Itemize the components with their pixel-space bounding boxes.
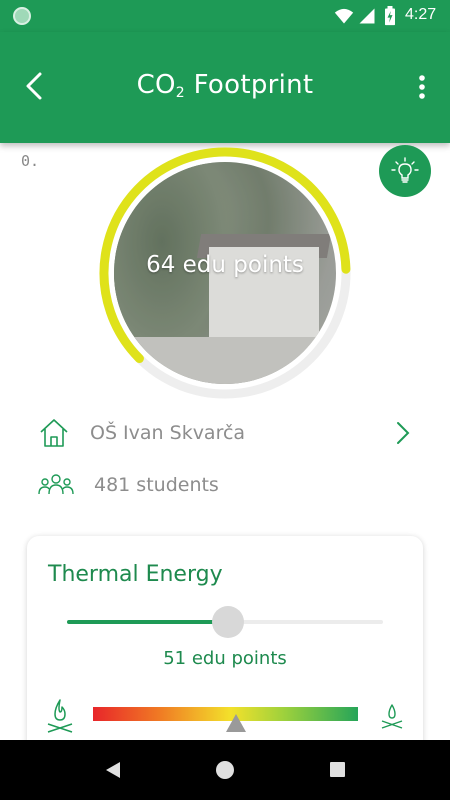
scale-marker [226,714,247,732]
gauge-points-text: 64 edu points [146,252,304,278]
signal-icon [359,8,375,24]
house-icon [40,419,68,447]
campfire-icon [47,699,73,733]
thermal-slider[interactable] [67,606,383,638]
slider-fill [67,620,229,624]
wifi-icon [334,8,354,24]
slider-thumb[interactable] [212,606,245,638]
nav-back-icon[interactable] [104,760,122,780]
more-vert-icon[interactable] [412,72,432,102]
group-icon [38,474,74,495]
school-row[interactable]: OŠ Ivan Skvarča [38,414,418,454]
nav-recent-icon[interactable] [330,762,345,777]
page-title: CO2 Footprint [136,70,314,101]
status-time: 4:27 [405,6,437,23]
thermal-energy-card: Thermal Energy 51 edu points [27,536,423,766]
school-name: OŠ Ivan Skvarča [90,422,246,444]
tips-button[interactable] [379,145,431,197]
notification-icon [13,7,31,25]
students-row: 481 students [38,468,338,502]
nav-home-icon[interactable] [216,761,234,779]
card-title: Thermal Energy [48,562,223,587]
students-count: 481 students [94,474,219,496]
gauge-min-label: 0. [21,152,40,170]
small-campfire-icon [381,704,403,729]
thermal-points: 51 edu points [163,648,287,669]
chevron-right-icon[interactable] [395,420,411,446]
app-bar: CO2 Footprint [0,32,450,143]
lightbulb-icon [391,157,419,183]
system-nav-bar [0,740,450,800]
status-bar: 4:27 [0,0,450,32]
battery-icon [385,6,395,26]
